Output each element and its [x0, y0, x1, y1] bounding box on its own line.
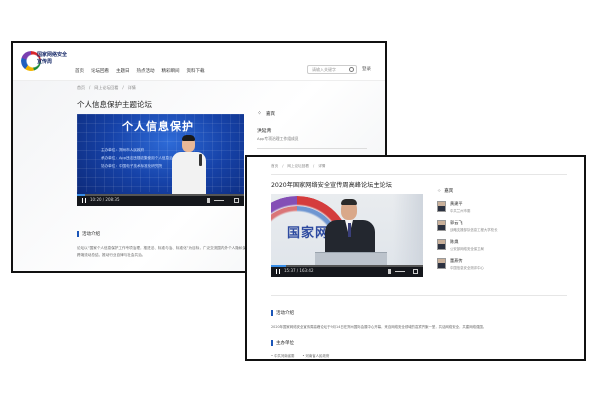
- page-title: 个人信息保护主题论坛: [77, 100, 152, 109]
- organizer-list: • 中共河南省委 • 河南省人民政府: [271, 353, 329, 358]
- activity-intro-label: 活动介绍: [82, 232, 100, 237]
- guest-role: App专项治理工作组成员: [257, 136, 299, 141]
- divider: [271, 174, 567, 175]
- section-marker: [271, 310, 273, 316]
- login-link[interactable]: 登录: [362, 66, 371, 72]
- breadcrumb-detail: 详情: [127, 85, 136, 90]
- guest-item[interactable]: 洪延青 App专项治理工作组成员: [257, 127, 367, 142]
- site-logo[interactable]: 国家网络安全 宣传周: [21, 49, 69, 73]
- video-organizer-line: 主办单位：郑州市人民政府: [101, 148, 145, 152]
- pause-icon[interactable]: [276, 269, 280, 274]
- video-progress-bar[interactable]: [271, 265, 423, 267]
- breadcrumb: 首页 / 网上论坛回看 / 详情: [271, 164, 325, 169]
- nav-item-theme-day[interactable]: 主题日: [116, 68, 130, 74]
- guest-header-label: 嘉宾: [266, 112, 275, 117]
- guest-item[interactable]: 董燕传中国信息安全测评中心: [437, 258, 567, 270]
- breadcrumb-forum-replay[interactable]: 网上论坛回看: [94, 85, 118, 91]
- activity-intro-label: 活动介绍: [276, 311, 294, 316]
- guest-sidebar: ⁘ 嘉宾 黄建平中共兰州市委 郭云飞战略支援部队信息工程大学校长 陈焕公安部网络…: [437, 188, 567, 270]
- fullscreen-icon[interactable]: [413, 269, 418, 274]
- podium: [315, 252, 387, 266]
- guest-role: 中共兰州市委: [450, 209, 471, 213]
- organizer-name: 河南省人民政府: [305, 354, 330, 358]
- search-input[interactable]: 请输入关键字: [307, 65, 357, 74]
- breadcrumb-home[interactable]: 首页: [271, 164, 278, 169]
- avatar: [437, 220, 446, 231]
- pause-icon[interactable]: [82, 198, 86, 203]
- activity-intro-text: 2020年国家网络安全宣传周高峰论坛于9月14日在郑州国际会展中心开幕，来自网络…: [271, 325, 487, 329]
- video-progress-fill: [271, 265, 287, 267]
- guest-name: 郭云飞: [450, 220, 463, 225]
- guest-header-label: 嘉宾: [444, 189, 454, 194]
- divider: [257, 148, 367, 149]
- divider: [271, 295, 567, 296]
- guest-name: 黄建平: [450, 201, 463, 206]
- organizer-item: • 河南省人民政府: [302, 354, 330, 358]
- speaker-figure: [169, 135, 211, 198]
- nav-item-downloads[interactable]: 资料下载: [187, 68, 205, 74]
- guest-name: 洪延青: [257, 129, 272, 134]
- section-marker: [77, 231, 79, 237]
- video-progress-fill: [77, 194, 86, 196]
- video-screen-title: 个人信息保护: [122, 120, 194, 133]
- fullscreen-icon[interactable]: [234, 198, 239, 203]
- nav-item-forum-replay[interactable]: 论坛回看: [91, 68, 109, 74]
- front-browser-window: 首页 / 网上论坛回看/ 详情 2020年国家网络安全宣传周高峰论坛主论坛 国家网…: [245, 155, 586, 361]
- video-player[interactable]: 个人信息保护 主办单位：郑州市人民政府 承办单位：App违法违规收集使用个人信息…: [77, 114, 244, 206]
- logo-line2: 宣传周: [37, 59, 53, 65]
- guest-header: ⁘ 嘉宾: [437, 188, 567, 194]
- breadcrumb: 首页 / 网上论坛回看 / 详情: [77, 85, 136, 91]
- nav-item-highlights[interactable]: 精彩瞬间: [162, 68, 180, 74]
- page-title: 2020年国家网络安全宣传周高峰论坛主论坛: [271, 182, 392, 189]
- organizer-header: 主办单位: [271, 340, 294, 346]
- guest-name: 陈焕: [450, 239, 459, 244]
- logo-text: 国家网络安全 宣传周: [37, 52, 67, 66]
- activity-intro-header: 活动介绍: [271, 310, 294, 316]
- guest-section-icon: ⁘: [437, 188, 442, 194]
- breadcrumb-separator: /: [312, 164, 315, 168]
- nav-item-home[interactable]: 首页: [75, 68, 84, 74]
- video-controls: 15:37 / 163:42: [271, 265, 423, 277]
- guest-role: 中国信息安全测评中心: [450, 266, 484, 270]
- volume-icon[interactable]: [207, 198, 212, 203]
- breadcrumb-forum-replay[interactable]: 网上论坛回看: [287, 164, 309, 169]
- video-progress-bar[interactable]: [77, 194, 244, 196]
- volume-slider[interactable]: [395, 271, 405, 272]
- video-player[interactable]: 国家网络安全 15:37 / 163:42: [271, 194, 423, 277]
- section-marker: [271, 340, 273, 346]
- guest-item[interactable]: 陈焕公安部网络安全保卫局: [437, 239, 567, 251]
- guest-role: 战略支援部队信息工程大学校长: [450, 228, 498, 232]
- logo-line1: 国家网络安全: [37, 52, 68, 58]
- video-time: 10:20 / 208:35: [90, 197, 120, 202]
- site-header: 国家网络安全 宣传周 首页 论坛回看 主题日 热点活动 精彩瞬间 资料下载 请输…: [13, 43, 385, 81]
- breadcrumb-separator: /: [122, 85, 124, 90]
- volume-icon[interactable]: [388, 269, 393, 274]
- search-icon[interactable]: [349, 67, 354, 72]
- video-organizer-line: 协办单位：中国电子技术标准化研究院: [101, 164, 163, 168]
- nav-item-hot-events[interactable]: 热点活动: [137, 68, 155, 74]
- guest-item[interactable]: 黄建平 中共兰州市委: [437, 201, 567, 213]
- breadcrumb-detail: 详情: [318, 164, 326, 168]
- video-time: 15:37 / 163:42: [284, 268, 314, 273]
- organizer-item: • 中共河南省委: [271, 354, 295, 358]
- guest-item[interactable]: 郭云飞战略支援部队信息工程大学校长: [437, 220, 567, 232]
- avatar: [437, 239, 446, 250]
- breadcrumb-separator: /: [89, 85, 91, 90]
- breadcrumb-separator: /: [282, 164, 284, 168]
- guest-role: 公安部网络安全保卫局: [450, 247, 484, 251]
- avatar: [437, 258, 446, 269]
- organizer-name: 中共河南省委: [274, 354, 295, 358]
- main-nav: 首页 论坛回看 主题日 热点活动 精彩瞬间 资料下载: [75, 68, 205, 74]
- volume-slider[interactable]: [214, 200, 224, 201]
- video-controls: 10:20 / 208:35: [77, 194, 244, 206]
- screenshot-stage: 国家网络安全 宣传周 首页 论坛回看 主题日 热点活动 精彩瞬间 资料下载 请输…: [0, 0, 600, 406]
- guest-section-icon: ⁘: [257, 110, 263, 117]
- avatar: [437, 201, 446, 212]
- search-placeholder: 请输入关键字: [312, 67, 336, 72]
- guest-name: 董燕传: [450, 258, 463, 263]
- guest-header: ⁘ 嘉宾: [257, 110, 367, 118]
- activity-intro-header: 活动介绍: [77, 231, 100, 237]
- organizer-label: 主办单位: [276, 341, 294, 346]
- breadcrumb-home[interactable]: 首页: [77, 85, 85, 91]
